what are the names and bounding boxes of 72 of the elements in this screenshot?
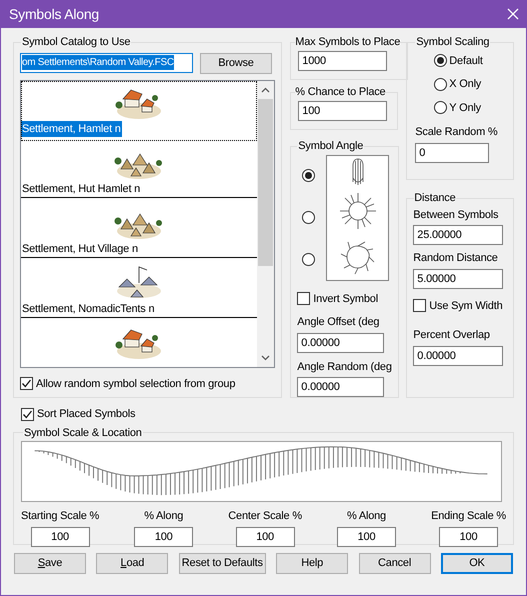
input-field[interactable]: 100	[30, 526, 90, 546]
input-field[interactable]: 5.00000	[413, 268, 504, 288]
input-field[interactable]: 0.00000	[413, 346, 504, 366]
item-label: Settlement, Hamlet n	[21, 120, 122, 136]
window-title: Symbols Along	[9, 4, 100, 24]
aligned-angle-icon	[350, 158, 366, 186]
checkbox[interactable]	[413, 299, 426, 312]
scroll-up-icon[interactable]	[261, 86, 270, 92]
input-field[interactable]: 100	[439, 526, 498, 546]
input-field[interactable]: 0.00000	[297, 377, 384, 397]
group-label: Distance	[414, 191, 456, 206]
scroll-down-icon[interactable]	[261, 354, 270, 360]
field-label: Ending Scale %	[431, 509, 506, 524]
input-field[interactable]: 100	[298, 100, 388, 120]
group-label: Symbol Scale & Location	[23, 426, 143, 440]
checkbox-label: Allow random symbol selection from group	[36, 376, 236, 392]
item-label: Settlement, Hut Village n	[21, 242, 139, 256]
field-label: Starting Scale %	[21, 509, 100, 524]
radio-button[interactable]	[302, 253, 316, 266]
input-field[interactable]: 0.00000	[297, 332, 384, 352]
radio-label: X Only	[449, 77, 482, 92]
list-item[interactable]: Settlement, Hamlet n	[21, 80, 258, 140]
group-label: Symbol Catalog to Use	[21, 35, 132, 50]
scrollbar[interactable]	[257, 80, 274, 366]
input-field[interactable]: 100	[236, 526, 295, 546]
field-label: Random Distance	[413, 251, 499, 266]
field-label: Angle Offset (deg	[297, 315, 380, 330]
radio-button[interactable]	[434, 54, 448, 68]
list-item[interactable]: Settlement, NomadicTents n	[21, 260, 258, 320]
group-label: Symbol Angle	[297, 139, 364, 154]
close-icon[interactable]	[507, 8, 519, 20]
input-field[interactable]: 1000	[298, 50, 388, 70]
input-field[interactable]: 100	[337, 526, 396, 546]
catalog-path-field[interactable]: om Settlements\Random Valley.FSC	[20, 52, 193, 72]
field-label: Angle Random (deg	[297, 360, 392, 374]
radio-button[interactable]	[302, 211, 316, 224]
input-field[interactable]: 0	[415, 142, 490, 162]
list-item[interactable]: Settlement, Hut Hamlet n	[21, 140, 258, 200]
browse-button[interactable]: Browse	[200, 52, 272, 74]
scrollbar-thumb[interactable]	[258, 98, 274, 266]
dialog-button[interactable]: Load	[96, 552, 168, 574]
group-label: % Chance to Place	[295, 85, 386, 100]
dialog-button[interactable]: Save	[14, 552, 86, 574]
field-label: Scale Random %	[415, 125, 498, 140]
checkbox[interactable]	[297, 292, 310, 306]
checkbox-label: Invert Symbol	[313, 292, 378, 306]
field-label: % Along	[144, 509, 184, 524]
item-label: Settlement, NomadicTents n	[21, 302, 156, 316]
field-label: % Along	[347, 509, 386, 524]
radio-button[interactable]	[302, 169, 316, 182]
radio-label: Default	[449, 54, 483, 68]
radio-button[interactable]	[434, 78, 448, 91]
field-label: Between Symbols	[413, 208, 500, 222]
radial-angle-icon	[338, 191, 378, 232]
input-field[interactable]: 25.00000	[413, 225, 504, 245]
dialog-button[interactable]: Help	[276, 552, 348, 574]
dialog-button[interactable]: Reset to Defaults	[178, 552, 266, 574]
checkbox[interactable]	[20, 377, 33, 390]
checkbox-label: Use Sym Width	[429, 298, 502, 314]
field-label: Center Scale %	[228, 509, 302, 524]
checkbox-label: Sort Placed Symbols	[37, 407, 136, 422]
item-label: Settlement, Hut Hamlet n	[21, 182, 142, 196]
group-label: Max Symbols to Place	[295, 35, 400, 50]
dialog-button[interactable]: Cancel	[358, 552, 431, 574]
group-label: Symbol Scaling	[415, 35, 490, 50]
field-label: Percent Overlap	[413, 328, 491, 343]
checkbox[interactable]	[21, 408, 34, 421]
dialog-button[interactable]: OK	[440, 552, 513, 574]
radio-button[interactable]	[434, 101, 448, 114]
radio-label: Y Only	[449, 100, 481, 116]
list-item[interactable]: Settlement, Hut Village n	[21, 200, 258, 260]
input-field[interactable]: 100	[134, 526, 194, 546]
